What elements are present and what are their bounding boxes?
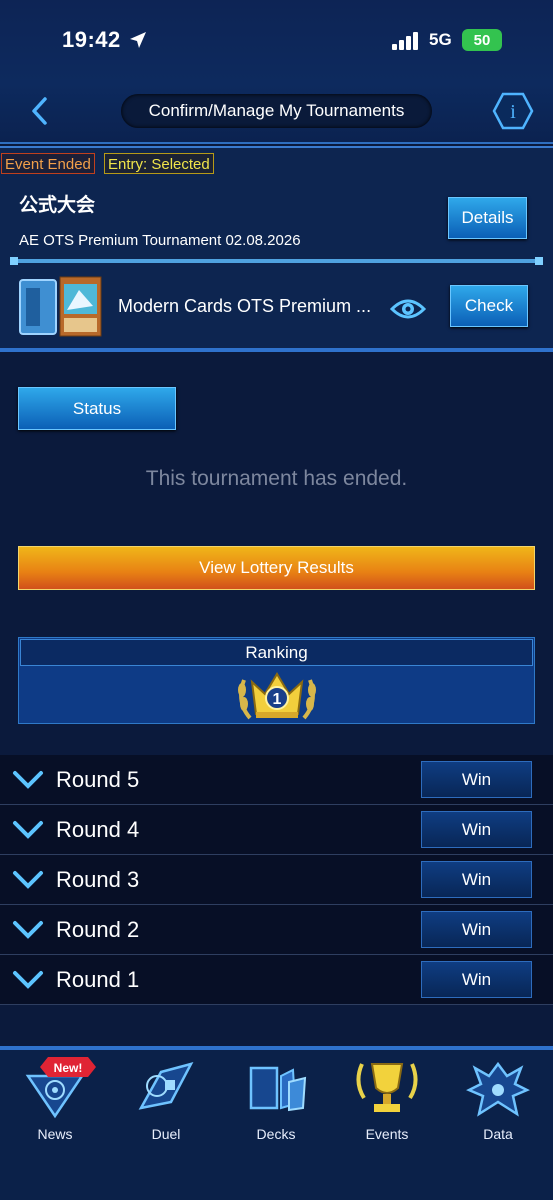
- cellular-signal-icon: [392, 32, 418, 50]
- deck-box-icon: [19, 279, 57, 335]
- nav-label: Duel: [151, 1126, 181, 1142]
- round-result-button[interactable]: Win: [421, 861, 532, 898]
- nav-item-duel[interactable]: Duel: [116, 1058, 216, 1148]
- duel-icon: [138, 1062, 194, 1110]
- round-result-button[interactable]: Win: [421, 811, 532, 848]
- round-result-button[interactable]: Win: [421, 961, 532, 998]
- new-badge-text: New!: [54, 1061, 83, 1075]
- nav-item-events[interactable]: Events: [337, 1058, 437, 1148]
- round-label: Round 5: [56, 767, 140, 792]
- chevron-down-icon[interactable]: [12, 768, 44, 792]
- data-icon: [466, 1061, 530, 1117]
- round-label: Round 3: [56, 867, 140, 892]
- events-icon: [356, 1063, 418, 1112]
- tournament-ended-message: This tournament has ended.: [145, 467, 408, 490]
- details-button[interactable]: Details: [448, 197, 527, 239]
- round-label: Round 1: [56, 967, 140, 992]
- chevron-down-icon[interactable]: [12, 818, 44, 842]
- network-type: 5G: [429, 30, 452, 49]
- chevron-down-icon[interactable]: [12, 918, 44, 942]
- eye-icon[interactable]: [389, 294, 427, 324]
- tournament-description: AE OTS Premium Tournament 02.08.2026: [19, 232, 301, 249]
- status-time: 19:42: [62, 27, 121, 52]
- nav-item-data[interactable]: Data: [448, 1058, 548, 1148]
- round-result-button[interactable]: Win: [421, 761, 532, 798]
- event-ended-badge: Event Ended: [1, 153, 95, 174]
- battery-level: 50: [473, 31, 491, 49]
- nav-label: Events: [365, 1126, 409, 1142]
- new-badge: New!: [40, 1057, 96, 1077]
- nav-label: News: [37, 1126, 73, 1142]
- location-arrow-icon: [130, 32, 146, 48]
- chevron-down-icon[interactable]: [12, 868, 44, 892]
- divider-line: [10, 257, 543, 265]
- decks-icon: [249, 1066, 307, 1112]
- nav-item-decks[interactable]: Decks: [226, 1058, 326, 1148]
- entry-status-badge: Entry: Selected: [104, 153, 214, 174]
- page-title: Confirm/Manage My Tournaments: [121, 94, 432, 128]
- round-label: Round 4: [56, 817, 140, 842]
- chevron-down-icon[interactable]: [12, 968, 44, 992]
- back-arrow-icon[interactable]: [26, 96, 56, 126]
- first-place-crown-icon: 1: [238, 672, 316, 720]
- status-tab-button[interactable]: Status: [18, 387, 176, 430]
- view-lottery-results-button[interactable]: View Lottery Results: [18, 546, 535, 590]
- round-result-button[interactable]: Win: [421, 911, 532, 948]
- tournament-name: 公式大会: [19, 194, 96, 216]
- check-deck-button[interactable]: Check: [450, 285, 528, 327]
- battery-indicator: 50: [462, 29, 502, 51]
- ranking-title: Ranking: [20, 639, 533, 666]
- info-icon[interactable]: i: [492, 92, 534, 130]
- nav-label: Data: [483, 1126, 513, 1142]
- svg-text:i: i: [510, 101, 516, 123]
- rank-number: 1: [273, 691, 282, 708]
- round-label: Round 2: [56, 917, 140, 942]
- card-thumbnail: [59, 276, 102, 337]
- nav-label: Decks: [256, 1126, 296, 1142]
- deck-name: Modern Cards OTS Premium ...: [118, 296, 372, 316]
